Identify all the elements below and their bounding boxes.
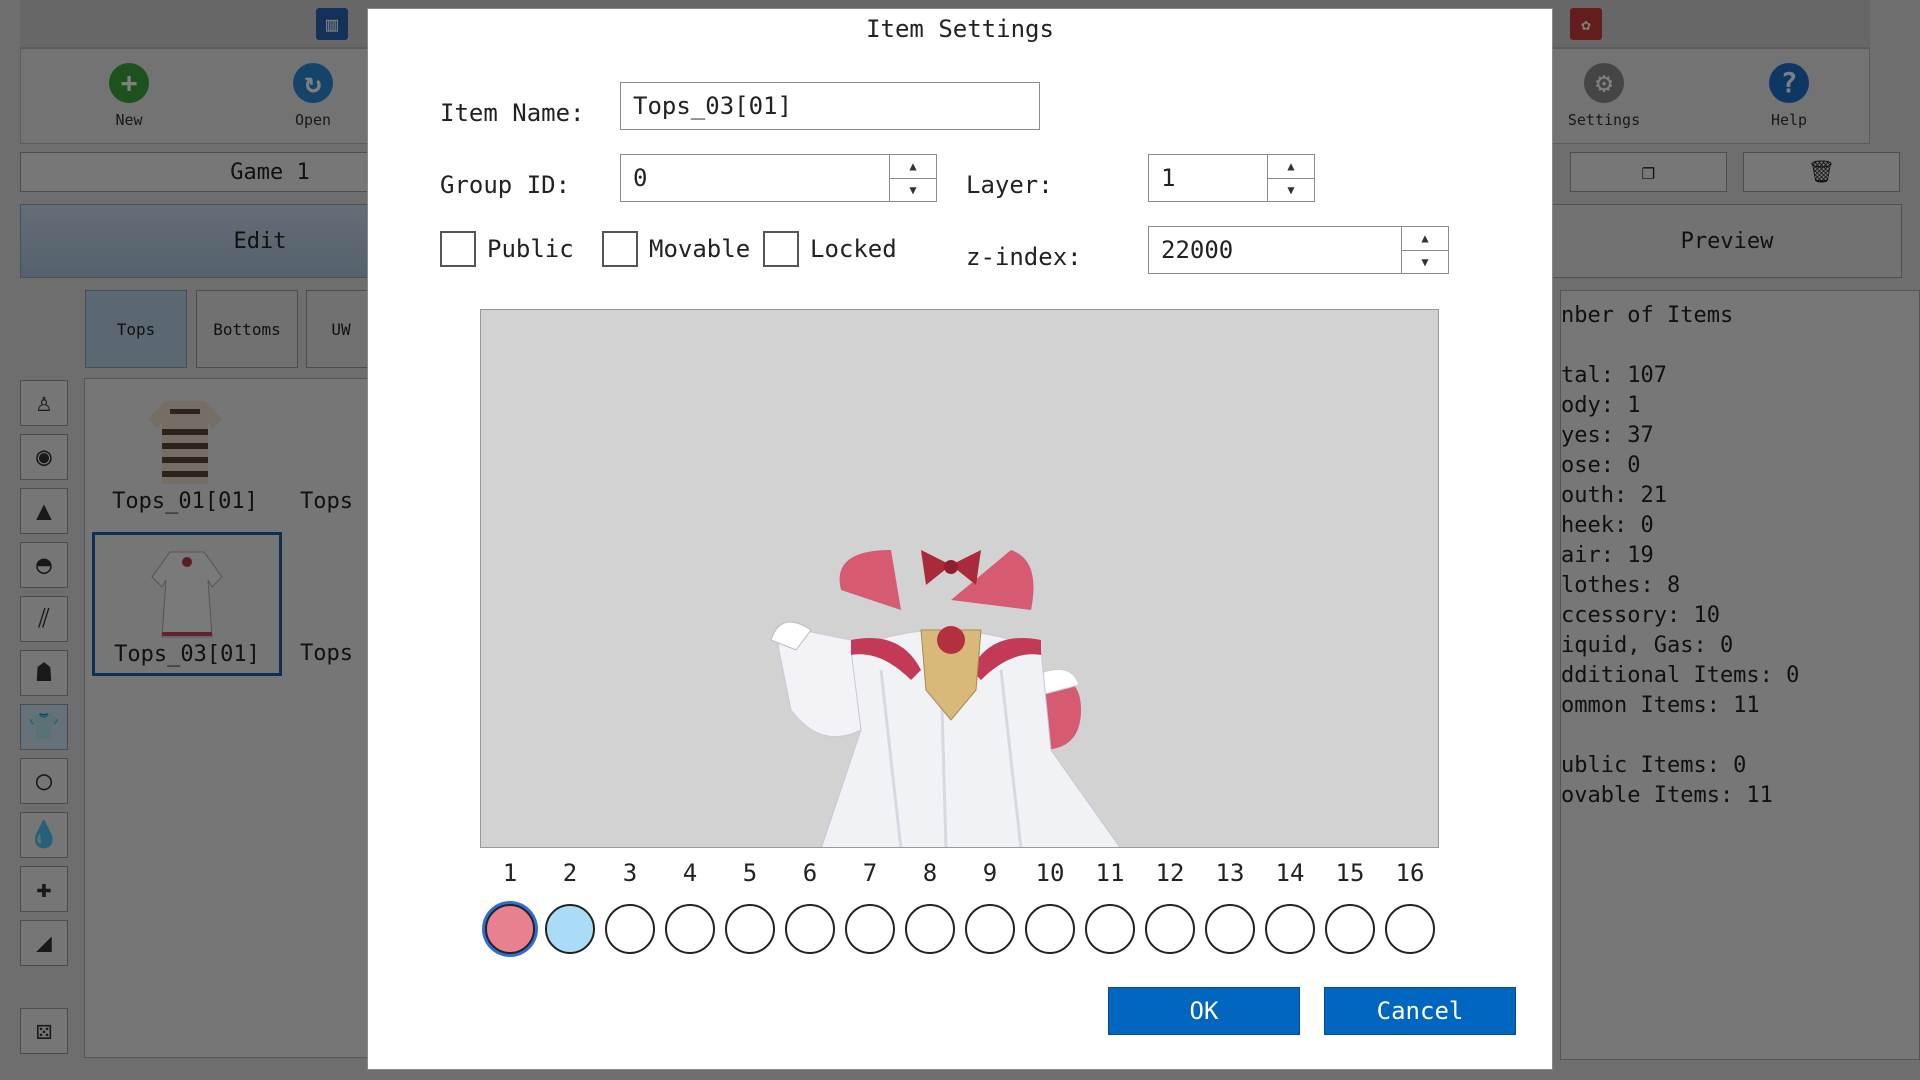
public-checkbox[interactable]: [440, 231, 476, 267]
color-slot-16[interactable]: [1385, 904, 1435, 954]
layer-input[interactable]: 1: [1148, 154, 1268, 202]
color-slot-10[interactable]: [1025, 904, 1075, 954]
public-label: Public: [487, 235, 574, 263]
group-id-input[interactable]: 0: [620, 154, 890, 202]
color-slot-number: 15: [1335, 859, 1365, 887]
chevron-up-icon[interactable]: ▲: [890, 155, 936, 178]
color-slot-6[interactable]: [785, 904, 835, 954]
costume-illustration: [770, 550, 1121, 847]
group-id-label: Group ID:: [440, 171, 571, 199]
item-settings-dialog: Item Settings Item Name: Tops_03[01] Gro…: [367, 8, 1553, 1070]
item-name-input[interactable]: Tops_03[01]: [620, 82, 1040, 130]
color-slot-3[interactable]: [605, 904, 655, 954]
ok-button[interactable]: OK: [1108, 987, 1300, 1035]
color-slot-number: 11: [1095, 859, 1125, 887]
color-slot-number: 12: [1155, 859, 1185, 887]
color-slot-number: 14: [1275, 859, 1305, 887]
color-slot-row: 1 2 3 4 5 6 7 8 9 10 11 12 13 14 15 16: [480, 859, 1440, 969]
color-slot-number: 13: [1215, 859, 1245, 887]
color-slot-9[interactable]: [965, 904, 1015, 954]
color-slot-number: 2: [562, 859, 578, 887]
color-slot-2[interactable]: [545, 904, 595, 954]
layer-label: Layer:: [966, 171, 1053, 199]
chevron-down-icon[interactable]: ▼: [890, 177, 936, 202]
movable-label: Movable: [649, 235, 751, 263]
movable-checkbox[interactable]: [602, 231, 638, 267]
color-slot-number: 6: [802, 859, 818, 887]
dialog-title: Item Settings: [866, 15, 1054, 43]
zindex-input[interactable]: 22000: [1148, 226, 1402, 274]
color-slot-number: 10: [1035, 859, 1065, 887]
chevron-down-icon[interactable]: ▼: [1268, 177, 1314, 202]
layer-stepper[interactable]: ▲ ▼: [1267, 154, 1315, 202]
chevron-down-icon[interactable]: ▼: [1402, 249, 1448, 274]
zindex-stepper[interactable]: ▲ ▼: [1401, 226, 1449, 274]
zindex-label: z-index:: [966, 243, 1082, 271]
color-slot-15[interactable]: [1325, 904, 1375, 954]
cancel-button[interactable]: Cancel: [1324, 987, 1516, 1035]
color-slot-number: 7: [862, 859, 878, 887]
color-slot-number: 4: [682, 859, 698, 887]
group-id-stepper[interactable]: ▲ ▼: [889, 154, 937, 202]
locked-label: Locked: [810, 235, 897, 263]
item-preview: [480, 309, 1439, 848]
color-slot-12[interactable]: [1145, 904, 1195, 954]
color-slot-11[interactable]: [1085, 904, 1135, 954]
color-slot-7[interactable]: [845, 904, 895, 954]
color-slot-14[interactable]: [1265, 904, 1315, 954]
color-slot-number: 3: [622, 859, 638, 887]
color-slot-1[interactable]: [485, 904, 535, 954]
color-slot-number: 5: [742, 859, 758, 887]
color-slot-number: 16: [1395, 859, 1425, 887]
locked-checkbox[interactable]: [763, 231, 799, 267]
chevron-up-icon[interactable]: ▲: [1402, 227, 1448, 250]
color-slot-number: 1: [502, 859, 518, 887]
color-slot-number: 8: [922, 859, 938, 887]
chevron-up-icon[interactable]: ▲: [1268, 155, 1314, 178]
color-slot-4[interactable]: [665, 904, 715, 954]
color-slot-5[interactable]: [725, 904, 775, 954]
color-slot-8[interactable]: [905, 904, 955, 954]
item-name-label: Item Name:: [440, 99, 585, 127]
color-slot-13[interactable]: [1205, 904, 1255, 954]
color-slot-number: 9: [982, 859, 998, 887]
